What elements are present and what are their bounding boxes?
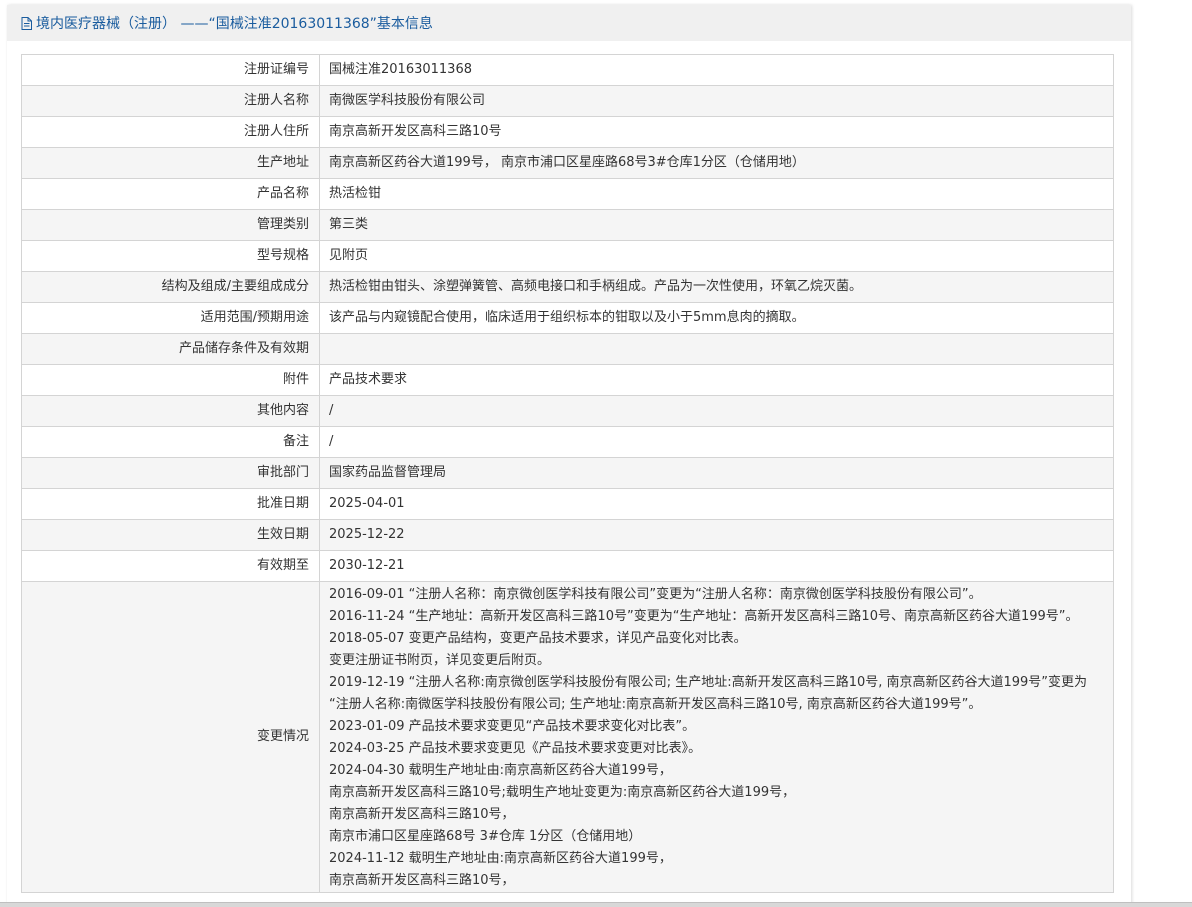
- change-line: “注册人名称:南微医学科技股份有限公司; 生产地址:南京高新开发区高科三路10号…: [329, 697, 982, 712]
- change-line: 南京高新开发区高科三路10号，: [329, 873, 515, 888]
- change-history: 2016-09-01 “注册人名称：南京微创医学科技有限公司”变更为“注册人名称…: [319, 581, 1114, 893]
- bottom-scrollbar[interactable]: [0, 902, 1192, 907]
- panel-header: 境内医疗器械（注册） ——“国械注准20163011368”基本信息: [7, 5, 1131, 41]
- table-row: 附件 产品技术要求: [21, 364, 1114, 396]
- field-label: 产品名称: [21, 178, 320, 210]
- table-row: 审批部门 国家药品监督管理局: [21, 457, 1114, 489]
- change-line: 2024-04-30 载明生产地址由:南京高新区药谷大道199号，: [329, 763, 672, 778]
- table-row: 管理类别 第三类: [21, 209, 1114, 241]
- document-icon: [21, 16, 32, 30]
- info-table: 注册证编号 国械注准20163011368 注册人名称 南微医学科技股份有限公司 注册人…: [21, 54, 1114, 893]
- table-row-changes: 变更情况 2016-09-01 “注册人名称：南京微创医学科技有限公司”变更为“注…: [21, 581, 1114, 893]
- field-label: 注册人名称: [21, 85, 320, 117]
- change-line: 南京市浦口区星座路68号 3#仓库 1分区（仓储用地）: [329, 829, 642, 844]
- table-row: 结构及组成/主要组成成分 热活检钳由钳头、涂塑弹簧管、高频电接口和手柄组成。产品为…: [21, 271, 1114, 303]
- field-label: 生效日期: [21, 519, 320, 551]
- field-label: 批准日期: [21, 488, 320, 520]
- change-line: 2016-09-01 “注册人名称：南京微创医学科技有限公司”变更为“注册人名称…: [329, 587, 982, 602]
- field-value: /: [319, 395, 1114, 427]
- field-label: 附件: [21, 364, 320, 396]
- info-panel: 境内医疗器械（注册） ——“国械注准20163011368”基本信息 注册证编号…: [7, 5, 1131, 907]
- page-title: 境内医疗器械（注册） ——“国械注准20163011368”基本信息: [36, 16, 433, 32]
- field-value: 产品技术要求: [319, 364, 1114, 396]
- field-value: 国械注准20163011368: [319, 54, 1114, 86]
- field-label: 有效期至: [21, 550, 320, 582]
- change-line: 南京高新开发区高科三路10号;载明生产地址变更为:南京高新区药谷大道199号，: [329, 785, 796, 800]
- field-value: 见附页: [319, 240, 1114, 272]
- change-line: 2018-05-07 变更产品结构，变更产品技术要求，详见产品变化对比表。: [329, 631, 747, 646]
- field-label: 管理类别: [21, 209, 320, 241]
- table-row: 注册人住所 南京高新开发区高科三路10号: [21, 116, 1114, 148]
- field-label: 审批部门: [21, 457, 320, 489]
- field-value: 南京高新开发区高科三路10号: [319, 116, 1114, 148]
- change-line: 2024-03-25 产品技术要求变更见《产品技术要求变更对比表》。: [329, 741, 702, 756]
- field-value: 国家药品监督管理局: [319, 457, 1114, 489]
- table-row: 其他内容 /: [21, 395, 1114, 427]
- change-line: 变更注册证书附页，详见变更后附页。: [329, 653, 551, 668]
- table-row: 型号规格 见附页: [21, 240, 1114, 272]
- field-value: 2025-04-01: [319, 488, 1114, 520]
- change-line: 2023-01-09 产品技术要求变更见“产品技术要求变化对比表”。: [329, 719, 696, 734]
- table-row: 产品名称 热活检钳: [21, 178, 1114, 210]
- field-label: 注册证编号: [21, 54, 320, 86]
- field-label: 变更情况: [21, 581, 320, 893]
- change-line: 2024-11-12 载明生产地址由:南京高新区药谷大道199号，: [329, 851, 672, 866]
- field-value: 2030-12-21: [319, 550, 1114, 582]
- change-line: 2019-12-19 “注册人名称:南京微创医学科技股份有限公司; 生产地址:高…: [329, 675, 1088, 690]
- field-label: 生产地址: [21, 147, 320, 179]
- table-row: 备注 /: [21, 426, 1114, 458]
- table-row: 生效日期 2025-12-22: [21, 519, 1114, 551]
- field-label: 备注: [21, 426, 320, 458]
- field-label: 注册人住所: [21, 116, 320, 148]
- field-label: 型号规格: [21, 240, 320, 272]
- field-label: 结构及组成/主要组成成分: [21, 271, 320, 303]
- panel-body: 注册证编号 国械注准20163011368 注册人名称 南微医学科技股份有限公司 注册人…: [7, 41, 1131, 907]
- field-value: 第三类: [319, 209, 1114, 241]
- table-row: 生产地址 南京高新区药谷大道199号， 南京市浦口区星座路68号3#仓库1分区（仓…: [21, 147, 1114, 179]
- table-row: 注册人名称 南微医学科技股份有限公司: [21, 85, 1114, 117]
- field-value: 2025-12-22: [319, 519, 1114, 551]
- table-row: 产品储存条件及有效期: [21, 333, 1114, 365]
- field-value: [319, 333, 1114, 365]
- field-value: 该产品与内窥镜配合使用，临床适用于组织标本的钳取以及小于5mm息肉的摘取。: [319, 302, 1114, 334]
- change-line: 南京高新开发区高科三路10号，: [329, 807, 515, 822]
- table-row: 有效期至 2030-12-21: [21, 550, 1114, 582]
- field-value: 南微医学科技股份有限公司: [319, 85, 1114, 117]
- change-line: 2016-11-24 “生产地址：高新开发区高科三路10号”变更为“生产地址：高…: [329, 609, 1079, 624]
- table-row: 批准日期 2025-04-01: [21, 488, 1114, 520]
- field-label: 其他内容: [21, 395, 320, 427]
- table-row: 注册证编号 国械注准20163011368: [21, 54, 1114, 86]
- table-row: 适用范围/预期用途 该产品与内窥镜配合使用，临床适用于组织标本的钳取以及小于5mm…: [21, 302, 1114, 334]
- field-label: 产品储存条件及有效期: [21, 333, 320, 365]
- field-label: 适用范围/预期用途: [21, 302, 320, 334]
- field-value: 南京高新区药谷大道199号， 南京市浦口区星座路68号3#仓库1分区（仓储用地）: [319, 147, 1114, 179]
- field-value: /: [319, 426, 1114, 458]
- field-value: 热活检钳: [319, 178, 1114, 210]
- field-value: 热活检钳由钳头、涂塑弹簧管、高频电接口和手柄组成。产品为一次性使用，环氧乙烷灭菌…: [319, 271, 1114, 303]
